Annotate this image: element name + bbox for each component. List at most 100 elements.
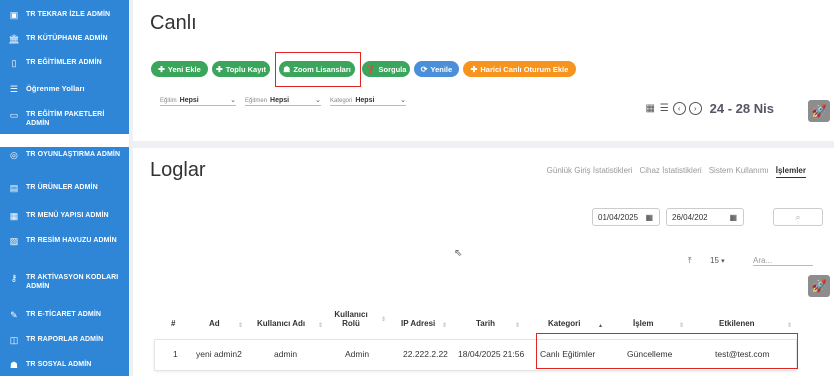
sidebar-item-0[interactable]: ◎ TR OYUNLAŞTIRMA ADMİN <box>0 150 129 160</box>
sidebar-item-0[interactable]: ▣ TR TEKRAR İZLE ADMİN <box>0 10 129 20</box>
sort-icon[interactable]: ⇕ <box>442 322 447 329</box>
highlight-box-row <box>536 333 798 369</box>
rocket-icon[interactable]: 🚀 <box>808 100 830 122</box>
page-size-value: 15 <box>710 256 719 265</box>
column-header-role[interactable]: Kullanıcı Rolü <box>330 310 372 328</box>
highlight-box-zoom <box>275 52 361 87</box>
refresh-label: Yenile <box>430 64 453 74</box>
sidebar-item-5[interactable]: ✎ TR E-TİCARET ADMİN <box>0 310 129 320</box>
instructor-filter-label: Eğitmen <box>245 97 268 104</box>
new-add-button[interactable]: ✚ Yeni Ekle <box>151 61 208 77</box>
cell-ip: 22.222.2.22 <box>403 349 448 359</box>
sort-icon[interactable]: ⇕ <box>381 316 386 323</box>
add-external-live-session-button[interactable]: ✚ Harici Canlı Oturum Ekle <box>463 61 576 77</box>
sort-icon[interactable]: ⇕ <box>318 322 323 329</box>
sort-asc-icon[interactable]: ▴ <box>599 322 602 329</box>
sidebar: ▣ TR TEKRAR İZLE ADMİN 🏛 TR KÜTÜPHANE ADMİN… <box>0 0 129 376</box>
cell-date: 18/04/2025 21:56 <box>458 349 525 359</box>
sidebar-item-label: TR TEKRAR İZLE ADMİN <box>26 11 111 18</box>
logs-tabs: Günlük Giriş İstatistikleri Cihaz İstati… <box>547 166 806 178</box>
logs-panel: Loglar Günlük Giriş İstatistikleri Cihaz… <box>133 148 834 376</box>
report-icon: ◫ <box>9 334 19 345</box>
calendar-icon[interactable]: ▦ <box>645 213 653 222</box>
sidebar-item-label: TR KÜTÜPHANE ADMİN <box>26 35 108 42</box>
column-header-ip[interactable]: IP Adresi <box>401 319 435 328</box>
rocket-icon-bottom[interactable]: 🚀 <box>808 275 830 297</box>
column-header-name[interactable]: Ad <box>209 319 220 328</box>
date-from-field[interactable]: 01/04/2025 ▦ <box>592 208 660 226</box>
sort-icon[interactable]: ⇕ <box>679 322 684 329</box>
folder-icon: ▭ <box>9 109 19 120</box>
grid-view-icon[interactable]: ▦ <box>645 103 656 114</box>
add-external-label: Harici Canlı Oturum Ekle <box>480 64 569 74</box>
menu-grid-icon: ▦ <box>9 210 19 221</box>
prev-week-button[interactable]: ‹ <box>672 102 686 115</box>
sidebar-item-3[interactable]: ☰ Öğrenme Yolları <box>0 84 129 94</box>
tab-operations[interactable]: İşlemler <box>775 166 806 178</box>
tab-system-usage[interactable]: Sistem Kullanımı <box>709 166 769 178</box>
instructor-filter[interactable]: Eğitmen Hepsi ⌄ <box>245 96 321 106</box>
refresh-icon: ⟳ <box>420 64 428 74</box>
sidebar-item-6[interactable]: ◫ TR RAPORLAR ADMİN <box>0 335 129 345</box>
sidebar-item-label: TR OYUNLAŞTIRMA ADMİN <box>26 151 121 158</box>
sidebar-item-7[interactable]: ☗ TR SOSYAL ADMİN <box>0 360 129 370</box>
category-filter-label: Kategori <box>330 97 353 104</box>
sidebar-item-label: TR E-TİCARET ADMİN <box>26 311 102 318</box>
next-week-button[interactable]: › <box>688 102 702 115</box>
sort-icon[interactable]: ⇕ <box>787 322 792 329</box>
column-header-category[interactable]: Kategori <box>548 319 580 328</box>
tab-device-stats[interactable]: Cihaz İstatistikleri <box>639 166 701 178</box>
sidebar-item-2[interactable]: ▦ TR MENÜ YAPISI ADMİN <box>0 211 129 221</box>
category-filter-value: Hepsi <box>355 96 375 104</box>
gamepad-icon: ◎ <box>10 149 18 160</box>
sidebar-item-label: TR SOSYAL ADMİN <box>26 361 92 368</box>
sidebar-item-4[interactable]: ⚷ TR AKTİVASYON KODLARI ADMİN <box>0 273 129 291</box>
page-title: Canlı <box>150 12 197 34</box>
date-range-label: 24 - 28 Nis <box>709 101 774 116</box>
sidebar-item-4[interactable]: ▭ TR EĞİTİM PAKETLERİ ADMİN <box>0 110 129 128</box>
calendar-icon[interactable]: ▦ <box>729 213 737 222</box>
column-header-operation[interactable]: İşlem <box>633 319 653 328</box>
tab-daily-login-stats[interactable]: Günlük Giriş İstatistikleri <box>547 166 633 178</box>
sidebar-menu-top: ▣ TR TEKRAR İZLE ADMİN 🏛 TR KÜTÜPHANE ADMİN… <box>0 0 129 134</box>
plus-icon: ✚ <box>216 64 223 74</box>
column-header-username[interactable]: Kullanıcı Adı <box>257 319 305 328</box>
bulk-register-button[interactable]: ✚ Toplu Kayıt <box>212 61 270 77</box>
sidebar-item-1[interactable]: ▤ TR ÜRÜNLER ADMİN <box>0 183 129 193</box>
plus-icon: ✚ <box>470 64 478 74</box>
bulk-register-label: Toplu Kayıt <box>225 64 266 74</box>
category-filter[interactable]: Kategori Hepsi ⌄ <box>330 96 406 106</box>
sidebar-item-1[interactable]: 🏛 TR KÜTÜPHANE ADMİN <box>0 34 129 44</box>
list-icon: ☰ <box>9 83 19 94</box>
sidebar-item-2[interactable]: ▯ TR EĞİTİMLER ADMİN <box>0 58 129 68</box>
date-search-button[interactable]: ⌕ <box>773 208 823 226</box>
new-add-label: Yeni Ekle <box>167 64 201 74</box>
refresh-button[interactable]: ⟳ Yenile <box>414 61 459 77</box>
sidebar-item-label: TR RAPORLAR ADMİN <box>26 336 104 343</box>
cell-name: yeni admin2 <box>196 349 242 359</box>
sidebar-menu-bottom: ◎ TR OYUNLAŞTIRMA ADMİN ▤ TR ÜRÜNLER ADMİN ▦… <box>0 147 129 376</box>
sidebar-item-3[interactable]: ▨ TR RESİM HAVUZU ADMİN <box>0 236 129 246</box>
plus-icon: ✚ <box>158 64 165 74</box>
search-placeholder: Ara... <box>753 256 773 265</box>
date-to-field[interactable]: 26/04/202 ▦ <box>666 208 744 226</box>
query-button[interactable]: ❓ Sorgula <box>362 61 410 77</box>
column-header-date[interactable]: Tarih <box>476 319 495 328</box>
export-icon[interactable]: ⤒ <box>688 256 692 266</box>
column-header-affected[interactable]: Etkilenen <box>719 319 755 328</box>
cell-username: admin <box>274 349 298 359</box>
sort-icon[interactable]: ⇕ <box>515 322 520 329</box>
cell-role: Admin <box>345 349 370 359</box>
sidebar-item-label: TR AKTİVASYON KODLARI ADMİN <box>26 274 119 290</box>
list-view-icon[interactable]: ☰ <box>659 103 670 114</box>
store-icon: ▤ <box>9 182 19 193</box>
column-header-no: # <box>171 319 176 328</box>
training-filter[interactable]: Eğitim Hepsi ⌄ <box>160 96 236 106</box>
search-input[interactable]: Ara... <box>753 256 813 266</box>
sort-icon[interactable]: ⇕ <box>238 322 243 329</box>
cell-no: 1 <box>173 349 178 359</box>
sidebar-item-label: TR EĞİTİMLER ADMİN <box>26 59 102 66</box>
book-icon: ▯ <box>11 57 17 68</box>
page-size-select[interactable]: 15 ▾ <box>710 256 725 265</box>
date-from-value: 01/04/2025 <box>598 212 639 222</box>
